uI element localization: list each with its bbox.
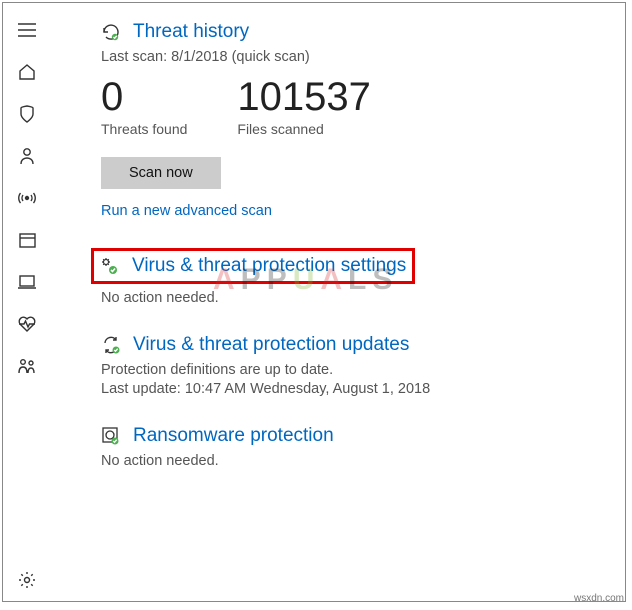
ransomware-title: Ransomware protection xyxy=(133,425,334,447)
updates-icon xyxy=(101,335,121,355)
menu-icon[interactable] xyxy=(3,9,51,51)
sidebar xyxy=(3,3,51,601)
threat-history-section: Threat history Last scan: 8/1/2018 (quic… xyxy=(101,21,605,220)
vtp-updates-section: Virus & threat protection updates Protec… xyxy=(101,334,605,397)
vtp-updates-last: Last update: 10:47 AM Wednesday, August … xyxy=(101,381,605,397)
vtp-updates-status: Protection definitions are up to date. xyxy=(101,362,605,378)
scan-now-button[interactable]: Scan now xyxy=(101,157,221,189)
threat-history-title: Threat history xyxy=(133,21,249,43)
ransomware-header[interactable]: Ransomware protection xyxy=(101,425,605,447)
vtp-settings-section: Virus & threat protection settings No ac… xyxy=(101,248,605,306)
files-scanned-stat: 101537 Files scanned xyxy=(237,77,370,137)
attribution: wsxdn.com xyxy=(574,593,624,604)
window: Threat history Last scan: 8/1/2018 (quic… xyxy=(2,2,626,602)
family-icon[interactable] xyxy=(3,345,51,387)
ransomware-section: Ransomware protection No action needed. xyxy=(101,425,605,469)
threat-history-header[interactable]: Threat history xyxy=(101,21,605,43)
ransomware-status: No action needed. xyxy=(101,453,605,469)
vtp-settings-header[interactable]: Virus & threat protection settings xyxy=(91,248,415,284)
home-icon[interactable] xyxy=(3,51,51,93)
shield-icon[interactable] xyxy=(3,93,51,135)
settings-badge-icon xyxy=(100,256,120,276)
threats-found-value: 0 xyxy=(101,77,187,117)
files-scanned-value: 101537 xyxy=(237,77,370,117)
health-icon[interactable] xyxy=(3,303,51,345)
threats-found-stat: 0 Threats found xyxy=(101,77,187,137)
settings-icon[interactable] xyxy=(3,559,51,601)
ransomware-icon xyxy=(101,426,121,446)
vtp-updates-title: Virus & threat protection updates xyxy=(133,334,409,356)
advanced-scan-link[interactable]: Run a new advanced scan xyxy=(101,203,272,219)
app-browser-icon[interactable] xyxy=(3,219,51,261)
threats-found-label: Threats found xyxy=(101,121,187,137)
files-scanned-label: Files scanned xyxy=(237,121,370,137)
main-content: Threat history Last scan: 8/1/2018 (quic… xyxy=(51,3,625,601)
vtp-updates-header[interactable]: Virus & threat protection updates xyxy=(101,334,605,356)
account-icon[interactable] xyxy=(3,135,51,177)
sidebar-spacer xyxy=(3,387,51,559)
history-icon xyxy=(101,22,121,42)
vtp-settings-status: No action needed. xyxy=(101,290,605,306)
scan-stats: 0 Threats found 101537 Files scanned xyxy=(101,77,605,137)
firewall-icon[interactable] xyxy=(3,177,51,219)
last-scan-text: Last scan: 8/1/2018 (quick scan) xyxy=(101,49,605,65)
device-icon[interactable] xyxy=(3,261,51,303)
vtp-settings-title: Virus & threat protection settings xyxy=(132,255,406,277)
